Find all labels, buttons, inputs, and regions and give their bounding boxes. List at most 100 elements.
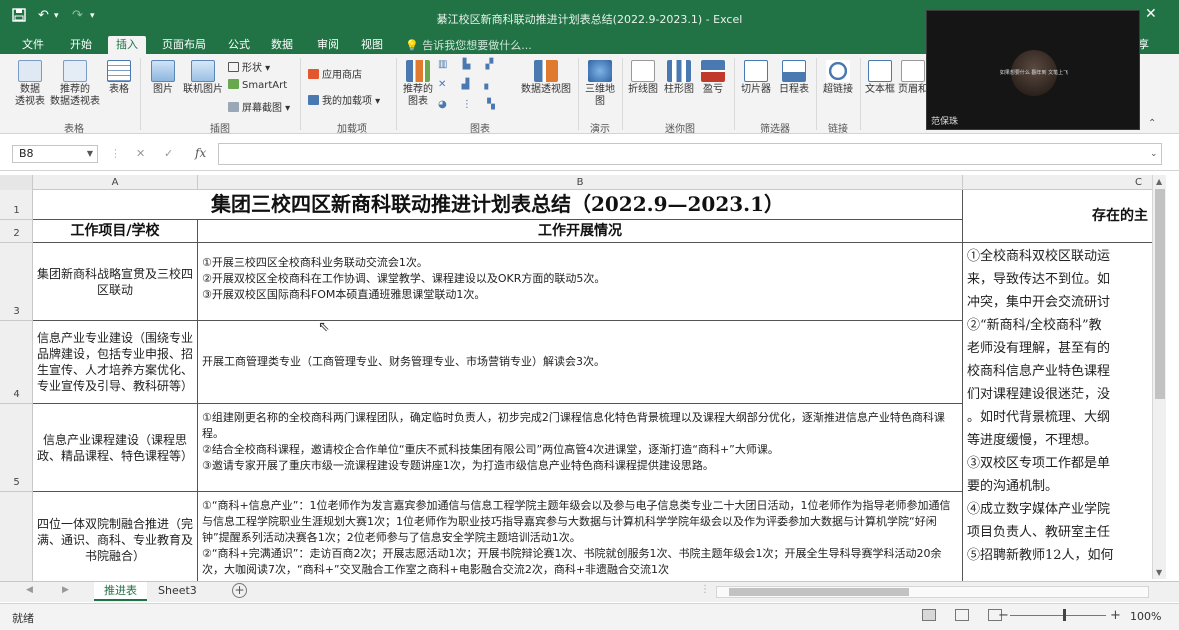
tab-page-layout[interactable]: 页面布局 [154, 36, 214, 54]
zoom-in-button[interactable]: + [1110, 608, 1121, 623]
tab-review[interactable]: 审阅 [309, 36, 347, 54]
tab-home[interactable]: 开始 [62, 36, 100, 54]
cell-a4[interactable]: 信息产业专业建设（围绕专业品牌建设，包括专业申报、招生宣传、人才培养方案优化、专… [33, 321, 198, 404]
row-header-5[interactable]: 5 [0, 404, 33, 492]
sheet-title-cell[interactable]: 集团三校四区新商科联动推进计划表总结（2022.9—2023.1） [33, 190, 963, 220]
sparkline-column-button[interactable]: 柱形图 [662, 60, 696, 96]
cell-b4[interactable]: 开展工商管理类专业（工商管理专业、财务管理专业、市场营销专业）解读会3次。 [198, 321, 963, 404]
cell-c-line: 老师没有理解，甚至有的 [967, 341, 1111, 356]
slicer-button[interactable]: 切片器 [738, 60, 774, 96]
next-sheet-icon[interactable]: ▶ [62, 585, 69, 595]
tab-insert[interactable]: 插入 [108, 36, 146, 54]
row-header-3[interactable]: 3 [0, 243, 33, 321]
sparkline-line-button[interactable]: 折线图 [626, 60, 660, 96]
cell-c-line: 要的沟通机制。 [967, 479, 1059, 494]
tell-me-search[interactable]: 💡 告诉我您想要做什么... [405, 37, 532, 53]
cell-c3[interactable]: ①全校商科双校区联动运 来，导致传达不到位。如 冲突，集中开会交流研讨 ②“新商… [963, 243, 1152, 581]
horizontal-scrollbar[interactable] [716, 586, 1149, 598]
chart-type-icons-row1[interactable]: ▥ ▙ ▞ [438, 59, 499, 70]
column-header-c[interactable]: C [963, 175, 1152, 190]
avatar-caption: 如果想要什么 翻年到 文笔上飞 [999, 70, 1069, 76]
smartart-button[interactable]: SmartArt [228, 79, 287, 91]
vertical-scrollbar[interactable]: ▲ ▼ [1152, 175, 1166, 579]
enter-icon[interactable]: ✓ [164, 147, 173, 160]
expand-formula-bar-icon[interactable]: ⌄ [1150, 149, 1158, 159]
textbox-button[interactable]: 文本框 [864, 60, 896, 96]
table-icon [107, 60, 131, 82]
header-footer-button[interactable]: 页眉和 [898, 60, 928, 96]
tab-data[interactable]: 数据 [263, 36, 301, 54]
picture-icon [151, 60, 175, 82]
picture-button[interactable]: 图片 [146, 60, 180, 96]
cell-a3[interactable]: 集团新商科战略宣贯及三校四区联动 [33, 243, 198, 321]
scroll-up-icon[interactable]: ▲ [1156, 177, 1162, 186]
cell-b5[interactable]: ①组建刚更名称的全校商科两门课程团队，确定临时负责人，初步完成2门课程信息化特色… [198, 404, 963, 492]
add-sheet-button[interactable]: + [232, 583, 247, 598]
header-cell-b[interactable]: 工作开展情况 [198, 220, 963, 243]
tab-formulas[interactable]: 公式 [220, 36, 258, 54]
vertical-scroll-thumb[interactable] [1155, 189, 1165, 399]
cell-a6[interactable]: 四位一体双院制融合推进（完满、通识、商科、专业教育及书院融合） [33, 492, 198, 581]
office-store-button[interactable]: 应用商店 [308, 66, 362, 81]
cell-c-line: ①全校商科双校区联动运 [967, 249, 1111, 264]
cell-b6[interactable]: ①“商科+信息产业”：1位老师作为发言嘉宾参加通信与信息工程学院主题年级会以及参… [198, 492, 963, 581]
name-box-value: B8 [19, 147, 34, 160]
scroll-down-icon[interactable]: ▼ [1156, 568, 1162, 577]
table-button[interactable]: 表格 [104, 60, 134, 96]
column-sparkline-icon [667, 60, 691, 82]
column-header-a[interactable]: A [33, 175, 198, 190]
zoom-slider-knob[interactable] [1063, 609, 1066, 621]
timeline-button[interactable]: 日程表 [776, 60, 812, 96]
name-box[interactable]: B8 ▼ [12, 145, 98, 163]
worksheet-grid[interactable]: A B C 1 2 3 4 5 集团三校四区新商科联动推进计划表总结（2022.… [0, 171, 1179, 581]
sheet-tab[interactable]: Sheet3 [148, 582, 207, 601]
3d-map-button[interactable]: 三维地 图 [582, 60, 618, 108]
sheet-tab-active[interactable]: 推进表 [94, 582, 147, 601]
cell-b6-line: ②“商科+完满通识”：走访百商2次；开展志愿活动1次；开展书院辩论赛1次、书院就… [202, 547, 942, 576]
formula-input[interactable] [218, 143, 1162, 165]
shapes-button[interactable]: 形状 ▾ [228, 59, 270, 74]
collapse-ribbon-icon[interactable]: ⌃ [1148, 118, 1156, 129]
header-cell-a[interactable]: 工作项目/学校 [33, 220, 198, 243]
chart-type-icons-row3[interactable]: ◕ ⋮ ▚ [438, 99, 501, 110]
cell-b5-line: ①组建刚更名称的全校商科两门课程团队，确定临时负责人，初步完成2门课程信息化特色… [202, 411, 945, 440]
smartart-label: SmartArt [242, 80, 288, 91]
insert-function-icon[interactable]: fx [195, 146, 206, 160]
horizontal-scroll-thumb[interactable] [729, 588, 909, 596]
cell-c-line: 来，导致传达不到位。如 [967, 272, 1111, 287]
zoom-slider[interactable] [1010, 615, 1106, 616]
select-all-corner[interactable] [0, 175, 33, 190]
zoom-out-button[interactable]: − [998, 608, 1009, 623]
row-header-4[interactable]: 4 [0, 321, 33, 404]
hyperlink-button[interactable]: 超链接 [820, 60, 856, 96]
prev-sheet-icon[interactable]: ◀ [26, 585, 33, 595]
screenshot-button[interactable]: 屏幕截图 ▾ [228, 99, 290, 114]
chart-type-icons-row2[interactable]: ✕ ▟ ▖ [438, 79, 498, 90]
cancel-icon[interactable]: ✕ [136, 147, 145, 160]
cell-b3[interactable]: ①开展三校四区全校商科业务联动交流会1次。 ②开展双校区全校商科在工作协调、课堂… [198, 243, 963, 321]
pivot-chart-button[interactable]: 数据透视图 [520, 60, 572, 96]
recommended-charts-button[interactable]: 推荐的 图表 [400, 60, 436, 108]
recommended-pivot-button[interactable]: 推荐的 数据透视表 [48, 60, 102, 108]
cell-a5[interactable]: 信息产业课程建设（课程思政、精品课程、特色课程等） [33, 404, 198, 492]
group-label-filters: 筛选器 [760, 124, 790, 135]
row-header-1[interactable]: 1 [0, 190, 33, 220]
tab-split-handle[interactable]: ⋮ [700, 584, 710, 595]
close-window-button[interactable]: ✕ [1145, 6, 1157, 22]
tab-file[interactable]: 文件 [14, 36, 52, 54]
column-header-b[interactable]: B [198, 175, 963, 190]
row-header-2[interactable]: 2 [0, 220, 33, 243]
page-layout-view-icon[interactable] [955, 609, 969, 621]
sparkline-winloss-button[interactable]: 盈亏 [698, 60, 728, 96]
pivot-table-button[interactable]: 数据 透视表 [10, 60, 50, 108]
row-header-6[interactable] [0, 492, 33, 581]
cell-b5-line: ③邀请专家开展了重庆市级一流课程建设专题讲座1次，为打造市级信息产业特色商科课程… [202, 459, 714, 472]
hyperlink-icon [826, 60, 850, 82]
zoom-level[interactable]: 100% [1130, 610, 1161, 623]
cell-b5-line: ②结合全校商科课程，邀请校企合作单位“重庆不贰科技集团有限公司”两位高管4次进课… [202, 443, 779, 456]
my-addins-button[interactable]: 我的加载项 ▾ [308, 92, 380, 107]
header-cell-c[interactable]: 存在的主 [963, 190, 1152, 243]
normal-view-icon[interactable] [922, 609, 936, 621]
tab-view[interactable]: 视图 [353, 36, 391, 54]
online-picture-button[interactable]: 联机图片 [180, 60, 226, 96]
